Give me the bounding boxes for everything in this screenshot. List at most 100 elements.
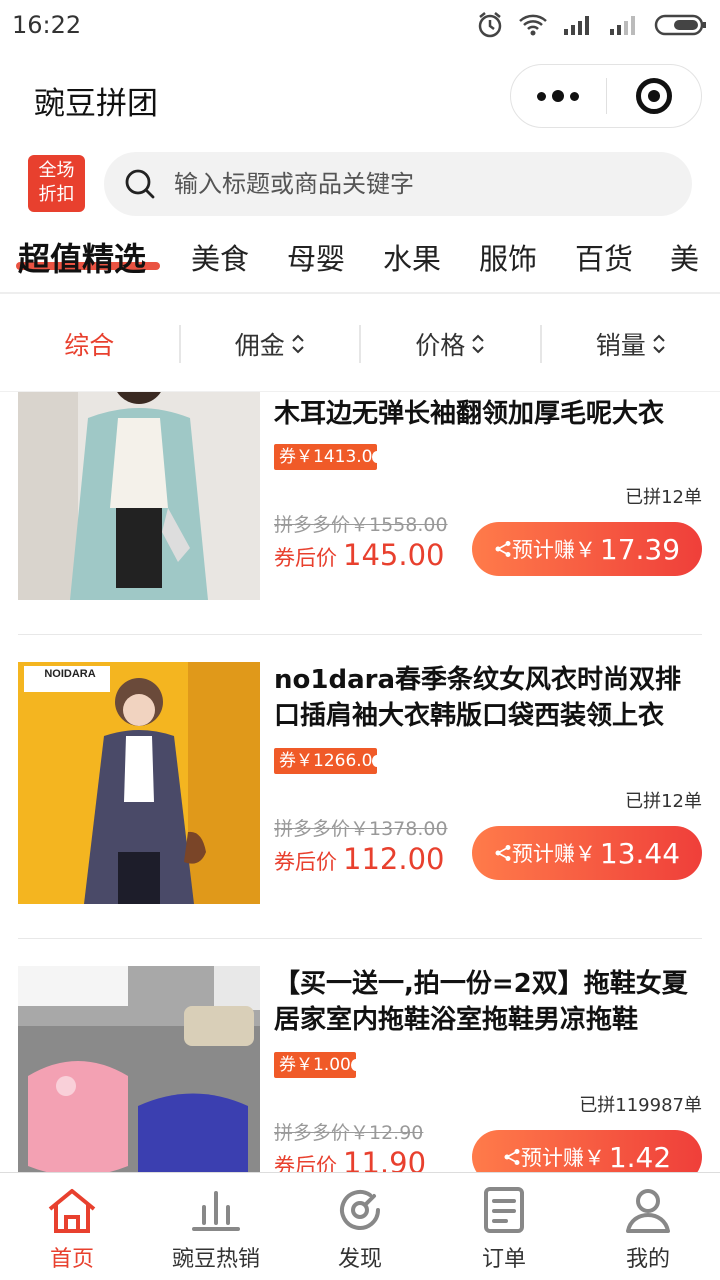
original-price: 拼多多价￥1378.00 <box>274 818 448 840</box>
share-icon <box>495 541 511 557</box>
sort-arrows-icon <box>472 334 484 353</box>
home-icon <box>48 1189 96 1233</box>
category-tab-baby[interactable]: 母婴 <box>287 236 345 278</box>
category-tab-beauty[interactable]: 美 <box>670 236 699 278</box>
item-divider <box>18 634 702 635</box>
bottom-tab-bar: 首页 豌豆热销 发现 订单 我的 <box>0 1172 720 1280</box>
sold-count: 已拼12单 <box>625 487 702 508</box>
sort-label: 价格 <box>415 330 466 360</box>
tab-home[interactable]: 首页 <box>0 1173 144 1280</box>
after-coupon-label: 券后价 <box>274 546 337 570</box>
after-coupon-value: 11.90 <box>343 1146 427 1172</box>
sort-label: 综合 <box>64 330 115 360</box>
category-tab-fruit[interactable]: 水果 <box>383 236 441 278</box>
product-list: 木耳边无弹长袖翻领加厚毛呢大衣 券￥1413.0 已拼12单 拼多多价￥1558… <box>0 392 720 1172</box>
sort-arrows-icon <box>653 334 665 353</box>
app-title: 豌豆拼团 <box>34 86 158 122</box>
product-name[interactable]: no1dara春季条纹女风衣时尚双排口插肩袖大衣韩版口袋西装领上衣 <box>274 662 704 734</box>
sort-label: 销量 <box>595 330 646 360</box>
after-coupon-value: 145.00 <box>343 538 445 572</box>
share-earn-button[interactable]: 预计赚￥ 13.44 <box>472 826 702 880</box>
discount-badge-line2: 折扣 <box>38 184 75 205</box>
original-price: 拼多多价￥1558.00 <box>274 514 448 536</box>
original-price: 拼多多价￥12.90 <box>274 1122 424 1144</box>
coupon-tag: 券￥1266.0 <box>274 748 383 774</box>
target-icon <box>635 78 672 114</box>
search-box[interactable] <box>104 152 692 216</box>
tab-hot-sales[interactable]: 豌豆热销 <box>144 1173 288 1280</box>
after-coupon-label: 券后价 <box>274 850 337 874</box>
brand-logo: NOIDARA <box>44 668 96 680</box>
after-coupon-price: 券后价 11.90 <box>274 1146 426 1172</box>
earn-value: 17.39 <box>599 532 681 566</box>
product-name[interactable]: 【买一送一,拍一份=2双】拖鞋女夏居家室内拖鞋浴室拖鞋男凉拖鞋 <box>274 966 704 1038</box>
after-coupon-value: 112.00 <box>343 842 445 876</box>
tab-discover[interactable]: 发现 <box>288 1173 432 1280</box>
mini-program-capsule <box>510 64 702 128</box>
share-icon <box>495 845 511 861</box>
sort-arrows-icon <box>292 334 304 353</box>
category-tab-label: 超值精选 <box>18 240 147 278</box>
after-coupon-price: 券后价 145.00 <box>274 538 444 572</box>
signal-icon <box>564 16 589 35</box>
discount-badge[interactable]: 全场 折扣 <box>28 155 85 212</box>
alarm-icon <box>478 12 502 38</box>
sort-bar: 综合 佣金 价格 销量 <box>0 296 720 392</box>
discover-icon <box>340 1189 380 1230</box>
earn-label: 预计赚￥ <box>511 842 596 866</box>
product-item[interactable]: 【买一送一,拍一份=2双】拖鞋女夏居家室内拖鞋浴室拖鞋男凉拖鞋 券￥1.00 已… <box>0 966 720 1172</box>
coupon-tag: 券￥1.00 <box>274 1052 361 1078</box>
close-button[interactable] <box>606 65 701 127</box>
title-bar: 豌豆拼团 <box>0 60 720 136</box>
signal-2-icon <box>610 16 635 35</box>
search-row: 全场 折扣 <box>0 150 720 220</box>
share-icon <box>504 1149 520 1165</box>
earn-value: 13.44 <box>599 836 681 870</box>
sort-label: 佣金 <box>234 330 285 360</box>
wifi-icon <box>519 14 547 36</box>
status-bar: 16:22 <box>0 0 720 50</box>
product-image[interactable] <box>18 966 260 1172</box>
sort-comprehensive[interactable]: 综合 <box>0 326 179 362</box>
search-input[interactable] <box>174 170 654 198</box>
earn-value: 1.42 <box>608 1140 672 1173</box>
battery-icon <box>654 14 706 36</box>
sold-count: 已拼12单 <box>625 791 702 812</box>
after-coupon-label: 券后价 <box>274 1154 337 1172</box>
earn-label: 预计赚￥ <box>520 1146 605 1170</box>
tab-label: 订单 <box>481 1247 526 1272</box>
category-tab-goods[interactable]: 百货 <box>575 236 633 278</box>
category-tab-featured[interactable]: 超值精选 <box>16 234 160 280</box>
coupon-tag: 券￥1413.0 <box>274 444 383 470</box>
category-tabs: 超值精选 美食 母婴 水果 服饰 百货 美 <box>0 228 720 294</box>
tab-orders[interactable]: 订单 <box>432 1173 576 1280</box>
earn-label: 预计赚￥ <box>511 538 596 562</box>
category-tab-clothing[interactable]: 服饰 <box>479 236 537 278</box>
item-divider <box>18 938 702 939</box>
more-menu-button[interactable] <box>511 65 606 127</box>
share-earn-button[interactable]: 预计赚￥ 17.39 <box>472 522 702 576</box>
product-name[interactable]: 木耳边无弹长袖翻领加厚毛呢大衣 <box>274 396 704 432</box>
product-item[interactable]: NOIDARA no1dara春季条纹女风衣时尚双排口插肩袖大衣韩版口袋西装领上… <box>0 662 720 966</box>
order-icon <box>484 1187 524 1233</box>
user-icon <box>626 1189 670 1233</box>
bar-chart-icon <box>192 1191 240 1231</box>
product-image[interactable] <box>18 392 260 600</box>
status-icons <box>476 11 708 39</box>
tab-label: 发现 <box>337 1247 382 1272</box>
sold-count: 已拼119987单 <box>579 1095 702 1116</box>
discount-badge-line1: 全场 <box>38 160 75 181</box>
search-icon <box>125 169 155 199</box>
category-tab-food[interactable]: 美食 <box>191 236 249 278</box>
sort-price[interactable]: 价格 <box>361 326 540 362</box>
product-item[interactable]: 木耳边无弹长袖翻领加厚毛呢大衣 券￥1413.0 已拼12单 拼多多价￥1558… <box>0 392 720 662</box>
tab-label: 豌豆热销 <box>171 1247 260 1272</box>
status-time: 16:22 <box>12 11 82 39</box>
sort-commission[interactable]: 佣金 <box>181 326 360 362</box>
sort-sales[interactable]: 销量 <box>542 326 720 362</box>
tab-label: 首页 <box>49 1247 94 1272</box>
product-image[interactable]: NOIDARA <box>18 662 260 904</box>
tab-profile[interactable]: 我的 <box>576 1173 720 1280</box>
tab-label: 我的 <box>625 1247 670 1272</box>
share-earn-button[interactable]: 预计赚￥ 1.42 <box>472 1130 702 1172</box>
